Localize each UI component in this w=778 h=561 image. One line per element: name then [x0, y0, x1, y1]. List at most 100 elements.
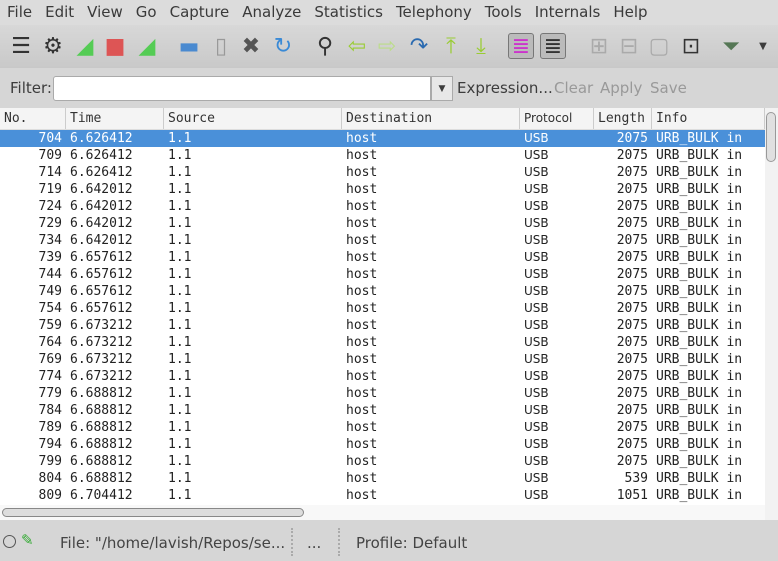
packet-row[interactable]: 719 6.642012 1.1 host USB 2075 URB_BULK in: [0, 181, 765, 198]
menu-tools[interactable]: Tools: [478, 0, 528, 25]
resize-columns-icon[interactable]: ⊡: [678, 33, 704, 59]
cell-no: 809: [38, 488, 62, 503]
scrollbar-thumb[interactable]: [2, 508, 304, 517]
capture-filters-icon[interactable]: ⏷: [718, 33, 744, 59]
column-header-info[interactable]: Info: [652, 108, 765, 129]
close-file-icon[interactable]: ✖: [238, 33, 264, 59]
last-packet-icon[interactable]: ⤓: [468, 33, 494, 59]
menu-analyze[interactable]: Analyze: [235, 0, 307, 25]
open-file-icon[interactable]: ▬: [176, 33, 202, 59]
cell-length: 2075: [616, 131, 648, 146]
cell-info: URB_BULK in: [656, 182, 743, 197]
scrollbar-thumb[interactable]: [766, 112, 776, 162]
apply-button[interactable]: Apply: [600, 79, 642, 97]
packet-row[interactable]: 714 6.626412 1.1 host USB 2075 URB_BULK in: [0, 164, 765, 181]
zoom-in-icon[interactable]: ⊞: [586, 33, 612, 59]
expression-button[interactable]: Expression...: [457, 79, 553, 97]
cell-no: 774: [38, 369, 62, 384]
column-header-protocol[interactable]: Protocol: [520, 108, 594, 129]
packet-row[interactable]: 789 6.688812 1.1 host USB 2075 URB_BULK in: [0, 419, 765, 436]
packet-row[interactable]: 764 6.673212 1.1 host USB 2075 URB_BULK in: [0, 334, 765, 351]
cell-destination: host: [346, 199, 378, 214]
colorize-icon[interactable]: ≣: [508, 33, 534, 59]
goto-icon[interactable]: ↷: [406, 33, 432, 59]
packet-row[interactable]: 774 6.673212 1.1 host USB 2075 URB_BULK in: [0, 368, 765, 385]
profile-status[interactable]: Profile: Default: [356, 534, 467, 552]
packet-row[interactable]: 784 6.688812 1.1 host USB 2075 URB_BULK in: [0, 402, 765, 419]
cell-length: 2075: [616, 437, 648, 452]
normal-size-icon[interactable]: ▢: [646, 33, 672, 59]
menu-go[interactable]: Go: [129, 0, 163, 25]
menu-file[interactable]: File: [0, 0, 38, 25]
packet-row[interactable]: 744 6.657612 1.1 host USB 2075 URB_BULK in: [0, 266, 765, 283]
filter-input[interactable]: [53, 76, 431, 101]
menu-statistics[interactable]: Statistics: [307, 0, 389, 25]
menu-internals[interactable]: Internals: [528, 0, 607, 25]
menu-telephony[interactable]: Telephony: [389, 0, 478, 25]
packet-row[interactable]: 739 6.657612 1.1 host USB 2075 URB_BULK in: [0, 249, 765, 266]
menu-edit[interactable]: Edit: [38, 0, 80, 25]
expert-info-icon[interactable]: [3, 535, 16, 548]
cell-time: 6.704412: [70, 488, 133, 503]
cell-time: 6.657612: [70, 284, 133, 299]
forward-icon[interactable]: ⇨: [374, 33, 400, 59]
zoom-out-icon[interactable]: ⊟: [616, 33, 642, 59]
vertical-scrollbar[interactable]: [765, 108, 778, 520]
cell-no: 794: [38, 437, 62, 452]
cell-length: 2075: [616, 199, 648, 214]
toolbar-overflow-icon[interactable]: ▼: [750, 33, 776, 59]
restart-capture-icon[interactable]: ◢: [134, 33, 160, 59]
column-header-destination[interactable]: Destination: [342, 108, 520, 129]
packet-row[interactable]: 729 6.642012 1.1 host USB 2075 URB_BULK in: [0, 215, 765, 232]
packet-row[interactable]: 794 6.688812 1.1 host USB 2075 URB_BULK in: [0, 436, 765, 453]
cell-source: 1.1: [168, 131, 192, 146]
menu-help[interactable]: Help: [606, 0, 653, 25]
packet-row[interactable]: 754 6.657612 1.1 host USB 2075 URB_BULK in: [0, 300, 765, 317]
column-header-length[interactable]: Length: [594, 108, 652, 129]
cell-info: URB_BULK in: [656, 301, 743, 316]
reload-icon[interactable]: ↻: [270, 33, 296, 59]
cell-protocol: USB: [524, 420, 549, 434]
save-button[interactable]: Save: [650, 79, 687, 97]
packet-row[interactable]: 749 6.657612 1.1 host USB 2075 URB_BULK in: [0, 283, 765, 300]
packet-row[interactable]: 769 6.673212 1.1 host USB 2075 URB_BULK in: [0, 351, 765, 368]
column-header-source[interactable]: Source: [164, 108, 342, 129]
cell-source: 1.1: [168, 165, 192, 180]
packet-list[interactable]: No. Time Source Destination Protocol Length In…: [0, 108, 765, 505]
cell-destination: host: [346, 182, 378, 197]
first-packet-icon[interactable]: ⤒: [438, 33, 464, 59]
cell-destination: host: [346, 437, 378, 452]
clear-button[interactable]: Clear: [554, 79, 593, 97]
cell-info: URB_BULK in: [656, 403, 743, 418]
packet-row[interactable]: 759 6.673212 1.1 host USB 2075 URB_BULK in: [0, 317, 765, 334]
capture-comment-icon[interactable]: ✎: [21, 531, 34, 549]
packet-row[interactable]: 799 6.688812 1.1 host USB 2075 URB_BULK in: [0, 453, 765, 470]
packet-row[interactable]: 724 6.642012 1.1 host USB 2075 URB_BULK in: [0, 198, 765, 215]
column-header-time[interactable]: Time: [66, 108, 164, 129]
interfaces-icon[interactable]: ☰: [8, 33, 34, 59]
packet-row[interactable]: 779 6.688812 1.1 host USB 2075 URB_BULK in: [0, 385, 765, 402]
autoscroll-icon[interactable]: ≣: [540, 33, 566, 59]
menu-view[interactable]: View: [80, 0, 129, 25]
filter-dropdown-button[interactable]: ▼: [431, 76, 453, 101]
cell-length: 2075: [616, 386, 648, 401]
cell-source: 1.1: [168, 216, 192, 231]
packet-row[interactable]: 734 6.642012 1.1 host USB 2075 URB_BULK in: [0, 232, 765, 249]
packet-row[interactable]: 809 6.704412 1.1 host USB 1051 URB_BULK in: [0, 487, 765, 504]
options-icon[interactable]: ⚙: [40, 33, 66, 59]
cell-info: URB_BULK in: [656, 335, 743, 350]
find-icon[interactable]: ⚲: [312, 33, 338, 59]
start-capture-icon[interactable]: ◢: [72, 33, 98, 59]
packet-row[interactable]: 804 6.688812 1.1 host USB 539 URB_BULK in: [0, 470, 765, 487]
stop-capture-icon[interactable]: ■: [102, 33, 128, 59]
file-icon[interactable]: ▯: [208, 33, 234, 59]
packet-row[interactable]: 704 6.626412 1.1 host USB 2075 URB_BULK in: [0, 130, 765, 147]
back-icon[interactable]: ⇦: [344, 33, 370, 59]
column-header-no[interactable]: No.: [0, 108, 66, 129]
cell-no: 739: [38, 250, 62, 265]
menu-capture[interactable]: Capture: [163, 0, 236, 25]
cell-protocol: USB: [524, 352, 549, 366]
horizontal-scrollbar[interactable]: [0, 505, 765, 520]
cell-destination: host: [346, 301, 378, 316]
packet-row[interactable]: 709 6.626412 1.1 host USB 2075 URB_BULK in: [0, 147, 765, 164]
